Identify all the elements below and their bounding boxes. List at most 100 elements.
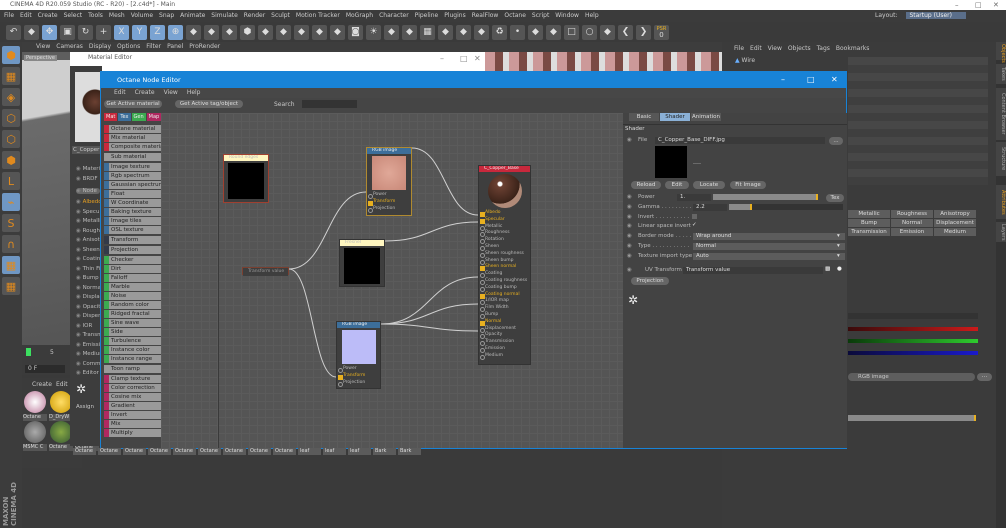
input-pin-sheen-roughness[interactable]: Sheen roughness: [479, 251, 530, 258]
dot-icon[interactable]: •: [510, 24, 525, 40]
anim-dot-icon[interactable]: ◉: [627, 223, 632, 229]
object-row[interactable]: [848, 121, 988, 129]
node-list-item[interactable]: Sine wave: [104, 319, 161, 327]
timeline-playhead[interactable]: [26, 348, 31, 356]
checker-cube-icon[interactable]: ▦: [2, 67, 20, 85]
node-list-item[interactable]: Multiply: [104, 429, 161, 437]
channel-button-transmission[interactable]: Transmission: [848, 228, 890, 236]
objects-menu-view[interactable]: View: [768, 45, 782, 52]
live-select-icon[interactable]: ◆: [24, 24, 39, 40]
assign-label[interactable]: Assign: [76, 404, 94, 410]
viewport-menu-panel[interactable]: Panel: [167, 43, 183, 50]
input-pin-transform[interactable]: Transform: [337, 373, 380, 380]
frame-field[interactable]: 0 F: [25, 365, 65, 373]
octane-link-icon[interactable]: ●: [837, 266, 842, 272]
object-row[interactable]: [848, 129, 988, 137]
undo-icon[interactable]: ↶: [6, 24, 21, 40]
layout-selector[interactable]: Layout: Startup (User): [875, 11, 966, 21]
square-icon[interactable]: □: [564, 24, 579, 40]
material-param-roughness[interactable]: Roughness: [76, 228, 100, 234]
node-transform-value[interactable]: Transform value: [242, 267, 289, 276]
chevron-down-icon[interactable]: ▾: [837, 253, 840, 259]
object-row[interactable]: [848, 113, 988, 121]
node-list-item[interactable]: Float: [104, 190, 161, 198]
viewport-menu-filter[interactable]: Filter: [146, 43, 161, 50]
material-param-editor[interactable]: Editor: [76, 370, 100, 376]
material-name[interactable]: C_Copper: [72, 146, 101, 154]
cube-icon[interactable]: ⬢: [240, 24, 255, 40]
node-editor-menu-view[interactable]: View: [164, 89, 178, 96]
type-select[interactable]: Normal: [693, 243, 845, 250]
file-field[interactable]: C_Copper_Base_DIFF.jpg: [655, 137, 825, 144]
input-pin-albedo[interactable]: Albedo: [479, 210, 530, 217]
node-fresnel[interactable]: Fresnel: [339, 239, 385, 287]
pen-icon[interactable]: ◆: [258, 24, 273, 40]
power-slider[interactable]: [713, 194, 818, 200]
x-axis-icon[interactable]: X: [114, 24, 129, 40]
grid-plane-icon[interactable]: ◈: [2, 88, 20, 106]
material-tab[interactable]: Octane: [148, 448, 171, 455]
material-thumbnail[interactable]: [24, 421, 46, 443]
invert-checkbox[interactable]: [692, 214, 697, 219]
attr-slider[interactable]: [848, 415, 976, 421]
axis-icon[interactable]: L: [2, 172, 20, 190]
viewport-menu-display[interactable]: Display: [89, 43, 111, 50]
node-list-item[interactable]: Sub material: [104, 153, 161, 161]
input-pin-power[interactable]: Power: [367, 192, 411, 199]
object-row[interactable]: [848, 145, 988, 153]
node-list-item[interactable]: Projection: [104, 246, 161, 254]
paint-icon[interactable]: ◆: [402, 24, 417, 40]
material-tab[interactable]: leaf: [323, 448, 346, 455]
file-fit-image-button[interactable]: Fit Image: [730, 181, 766, 189]
menu-plugins[interactable]: Plugins: [444, 12, 466, 19]
render-picture-icon[interactable]: ◆: [204, 24, 219, 40]
material-param-common[interactable]: Common: [76, 361, 100, 367]
gamma-slider[interactable]: [729, 204, 843, 210]
material-tab[interactable]: Octane: [273, 448, 296, 455]
menu-volume[interactable]: Volume: [131, 12, 153, 19]
material-param-displacement[interactable]: Displacement: [76, 294, 100, 300]
input-pin-power[interactable]: Power: [337, 366, 380, 373]
input-pin-projection[interactable]: Projection: [367, 206, 411, 213]
red-slider[interactable]: [848, 327, 978, 331]
object-row[interactable]: [848, 177, 988, 185]
node-list-item[interactable]: Mix: [104, 420, 161, 428]
psr-icon[interactable]: PSR 0: [654, 24, 669, 40]
node-list-item[interactable]: Gaussian spectrum: [104, 181, 161, 189]
menu-sculpt[interactable]: Sculpt: [271, 12, 290, 19]
node-list-item[interactable]: Gradient: [104, 402, 161, 410]
matmgr-menu-create[interactable]: Create: [32, 381, 52, 388]
material-label[interactable]: Octane: [23, 414, 47, 421]
anim-dot-icon[interactable]: ◉: [627, 137, 632, 143]
menu-snap[interactable]: Snap: [159, 12, 174, 19]
snap-icon[interactable]: S: [2, 214, 20, 232]
object-row[interactable]: [848, 97, 988, 105]
object-row[interactable]: [848, 73, 988, 81]
chevron-down-icon[interactable]: ▾: [837, 243, 840, 249]
blue-slider[interactable]: [848, 351, 978, 355]
channel-button-roughness[interactable]: Roughness: [891, 210, 933, 218]
grid-icon[interactable]: ▦: [420, 24, 435, 40]
camera-icon[interactable]: ◙: [348, 24, 363, 40]
menu-pipeline[interactable]: Pipeline: [415, 12, 438, 19]
material-tab[interactable]: Octane: [73, 448, 96, 455]
input-pin-bump[interactable]: Bump: [479, 312, 530, 319]
menu-select[interactable]: Select: [64, 12, 83, 19]
menu-octane[interactable]: Octane: [504, 12, 526, 19]
menu-motion-tracker[interactable]: Motion Tracker: [296, 12, 340, 19]
material-tab[interactable]: Octane: [98, 448, 121, 455]
maximize-button[interactable]: □: [975, 0, 982, 10]
octane-icon[interactable]: ◆: [456, 24, 471, 40]
chevron-down-icon[interactable]: ▾: [837, 233, 840, 239]
menu-edit[interactable]: Edit: [20, 12, 32, 19]
material-tab[interactable]: Bark: [398, 448, 421, 455]
green-slider[interactable]: [848, 339, 978, 343]
material-param-anisotropy[interactable]: Anisotropy: [76, 237, 100, 243]
shader-browse-button[interactable]: ...: [977, 373, 992, 381]
material-param-metallic[interactable]: Metallic: [76, 218, 100, 224]
subdivision-icon[interactable]: ◆: [276, 24, 291, 40]
menu-tools[interactable]: Tools: [88, 12, 103, 19]
material-param-specular[interactable]: Specular: [76, 209, 100, 215]
node-list-item[interactable]: Side: [104, 328, 161, 336]
menu-mesh[interactable]: Mesh: [109, 12, 125, 19]
